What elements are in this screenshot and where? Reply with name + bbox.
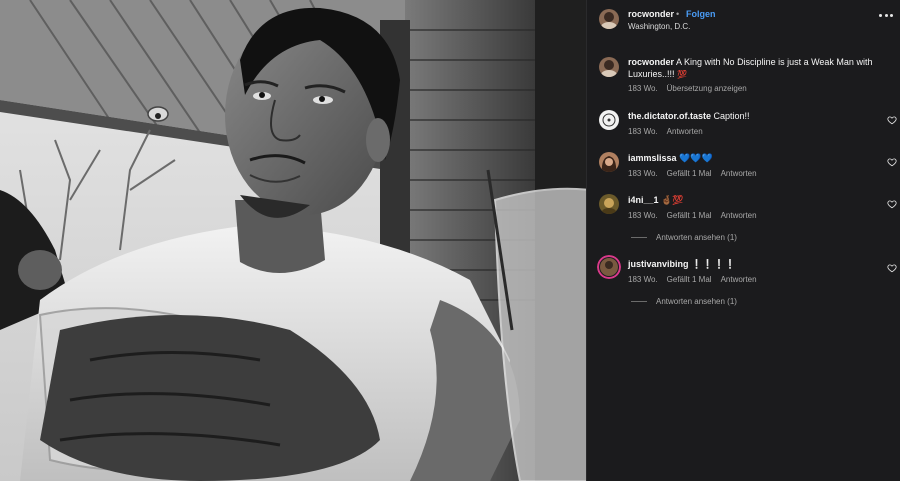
comment-text: justivanvibing ❕❕❕❕ (628, 258, 883, 270)
caption-time[interactable]: 183 Wo. (628, 84, 658, 93)
photo-illustration (0, 0, 586, 481)
post-header: rocwonder • Folgen Washington, D.C. (587, 0, 900, 38)
likes-count[interactable]: Gefällt 1 Mal (667, 169, 712, 178)
commenter-avatar[interactable] (599, 110, 619, 130)
post-location[interactable]: Washington, D.C. (628, 22, 690, 31)
translate-button[interactable]: Übersetzung anzeigen (667, 84, 747, 93)
commenter-avatar[interactable] (599, 152, 619, 172)
comment-body: Caption!! (713, 111, 750, 121)
comment-text: i4ni__1 🤞🏾💯 (628, 194, 883, 206)
comment-time[interactable]: 183 Wo. (628, 275, 658, 284)
comment-body: ❕❕❕❕ (691, 259, 736, 269)
heart-outline-icon[interactable] (887, 199, 897, 209)
comments-sidebar: rocwonder • Folgen Washington, D.C. rocw… (586, 0, 900, 481)
replies-divider (631, 237, 647, 238)
author-avatar[interactable] (599, 9, 619, 29)
reply-button[interactable]: Antworten (721, 275, 757, 284)
comment-meta: 183 Wo. Gefällt 1 Mal Antworten (628, 169, 757, 178)
comment-username[interactable]: iammslissa (628, 153, 677, 163)
view-replies-button[interactable]: Antworten ansehen (1) (631, 233, 737, 242)
more-options-icon[interactable] (879, 10, 893, 20)
likes-count[interactable]: Gefällt 1 Mal (667, 275, 712, 284)
comment-meta: 183 Wo. Antworten (628, 127, 703, 136)
hundred-emoji: 💯 (677, 70, 688, 79)
caption-meta: 183 Wo. Übersetzung anzeigen (628, 84, 747, 93)
comment-time[interactable]: 183 Wo. (628, 211, 658, 220)
comment-time[interactable]: 183 Wo. (628, 127, 658, 136)
reply-button[interactable]: Antworten (721, 211, 757, 220)
author-username[interactable]: rocwonder (628, 9, 674, 19)
comment-username[interactable]: the.dictator.of.taste (628, 111, 711, 121)
comment-text: the.dictator.of.taste Caption!! (628, 110, 883, 122)
comment-time[interactable]: 183 Wo. (628, 169, 658, 178)
comment-meta: 183 Wo. Gefällt 1 Mal Antworten (628, 275, 757, 284)
heart-outline-icon[interactable] (887, 263, 897, 273)
separator-dot: • (676, 9, 680, 19)
follow-button[interactable]: Folgen (686, 9, 716, 19)
comment-meta: 183 Wo. Gefällt 1 Mal Antworten (628, 211, 757, 220)
reply-button[interactable]: Antworten (667, 127, 703, 136)
heart-outline-icon[interactable] (887, 115, 897, 125)
likes-count[interactable]: Gefällt 1 Mal (667, 211, 712, 220)
comment-username[interactable]: justivanvibing (628, 259, 689, 269)
view-replies-button[interactable]: Antworten ansehen (1) (631, 297, 737, 306)
post-viewer: rocwonder • Folgen Washington, D.C. rocw… (0, 0, 900, 481)
post-photo[interactable] (0, 0, 586, 481)
heart-outline-icon[interactable] (887, 157, 897, 167)
commenter-avatar[interactable] (599, 194, 619, 214)
comment-text: iammslissa 💙💙💙 (628, 152, 883, 164)
view-replies-label[interactable]: Antworten ansehen (1) (656, 233, 737, 242)
commenter-avatar[interactable] (597, 255, 621, 279)
caption-avatar[interactable] (599, 57, 619, 77)
comment-username[interactable]: i4ni__1 (628, 195, 659, 205)
replies-divider (631, 301, 647, 302)
comment-body: 💙💙💙 (679, 153, 713, 163)
comment-body: 🤞🏾💯 (661, 195, 684, 205)
reply-button[interactable]: Antworten (721, 169, 757, 178)
view-replies-label[interactable]: Antworten ansehen (1) (656, 297, 737, 306)
caption-username[interactable]: rocwonder (628, 57, 674, 67)
caption-text: rocwonder A King with No Discipline is j… (628, 56, 883, 81)
